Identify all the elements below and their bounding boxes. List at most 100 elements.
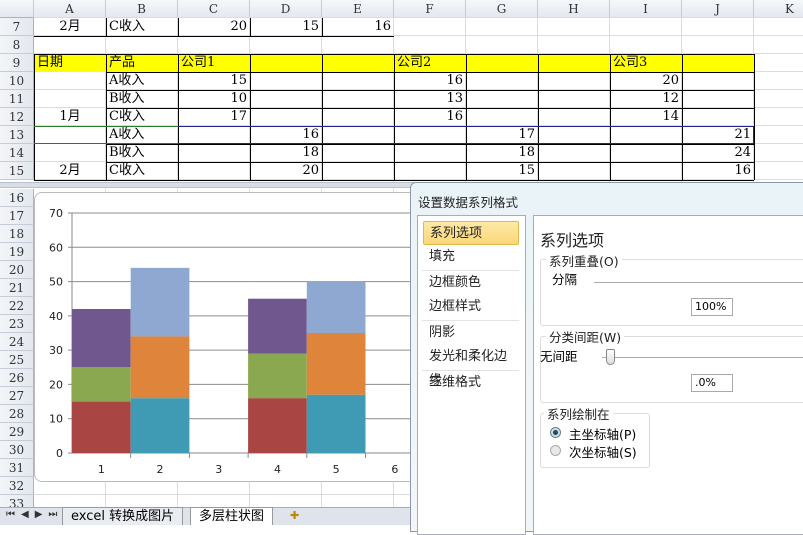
gap-left-label: 无间距: [540, 349, 578, 364]
row-header[interactable]: 14: [0, 144, 34, 162]
row-header[interactable]: 18: [0, 225, 34, 243]
cell-border: [178, 54, 179, 180]
row-header[interactable]: 19: [0, 243, 34, 261]
bar-segment: [72, 309, 131, 368]
overlap-input[interactable]: 100%: [691, 298, 733, 316]
secondary-axis-radio[interactable]: [550, 445, 561, 456]
table-cell[interactable]: 14: [610, 108, 682, 126]
row-header[interactable]: 13: [0, 126, 34, 144]
cell-border: [106, 54, 107, 180]
new-sheet-icon[interactable]: ✚: [282, 507, 307, 525]
row-header[interactable]: 9: [0, 54, 34, 72]
table-cell[interactable]: A收入: [106, 72, 178, 90]
primary-axis-radio[interactable]: [550, 427, 561, 438]
header-company3[interactable]: 公司3: [610, 54, 682, 72]
table-cell[interactable]: 17: [178, 108, 250, 126]
row-header[interactable]: 12: [0, 108, 34, 126]
stacked-column-chart[interactable]: 0 10 20 30 40 50 60 70 1 2 3 4 5 6: [34, 192, 435, 482]
cell-month2[interactable]: 2月: [34, 162, 106, 180]
dialog-title: 设置数据系列格式: [418, 195, 519, 210]
column-header[interactable]: C: [178, 0, 250, 18]
nav-item[interactable]: 系列选项: [423, 221, 519, 245]
sheet-tab-active[interactable]: 多层柱状图: [190, 507, 274, 525]
nav-item[interactable]: 阴影: [423, 321, 519, 345]
table-cell[interactable]: 15: [178, 72, 250, 90]
nav-item[interactable]: 边框样式: [423, 295, 519, 319]
nav-item[interactable]: 三维格式: [423, 371, 519, 395]
header-company1[interactable]: 公司1: [178, 54, 250, 72]
overlap-slider[interactable]: [594, 282, 803, 283]
row-header[interactable]: 25: [0, 351, 34, 369]
row-header[interactable]: 22: [0, 297, 34, 315]
column-header[interactable]: E: [322, 0, 394, 18]
table-cell[interactable]: 13: [394, 90, 466, 108]
cell-a7[interactable]: 2月: [34, 18, 106, 36]
cell-month1[interactable]: 1月: [34, 108, 106, 126]
row-header[interactable]: 21: [0, 279, 34, 297]
row-header[interactable]: 32: [0, 477, 34, 495]
row-header[interactable]: 28: [0, 405, 34, 423]
column-header[interactable]: G: [466, 0, 538, 18]
dialog-content: 系列选项 系列重叠(O) 分隔 100% 分类间距(W) 无间距 .0% 系列绘…: [533, 215, 803, 535]
row-header[interactable]: 20: [0, 261, 34, 279]
gap-slider-thumb[interactable]: [606, 349, 615, 365]
column-header[interactable]: K: [754, 0, 803, 18]
table-cell[interactable]: C收入: [106, 108, 178, 126]
row-header[interactable]: 17: [0, 207, 34, 225]
row-header[interactable]: 30: [0, 441, 34, 459]
table-cell[interactable]: 15: [466, 162, 538, 180]
row-header[interactable]: 29: [0, 423, 34, 441]
table-cell[interactable]: 16: [394, 108, 466, 126]
nav-item[interactable]: 边框颜色: [423, 271, 519, 295]
row-header[interactable]: 23: [0, 315, 34, 333]
header-date[interactable]: 日期: [34, 54, 106, 72]
table-cell[interactable]: B收入: [106, 90, 178, 108]
table-cell[interactable]: 24: [682, 144, 754, 162]
row-header[interactable]: 10: [0, 72, 34, 90]
table-cell[interactable]: 20: [250, 162, 322, 180]
row-header[interactable]: 27: [0, 387, 34, 405]
column-header[interactable]: I: [610, 0, 682, 18]
sheet-nav-arrows-icon[interactable]: ⏮◀▶⏭: [6, 509, 63, 520]
column-header[interactable]: D: [250, 0, 322, 18]
column-header[interactable]: J: [682, 0, 754, 18]
cell-e7[interactable]: 16: [322, 18, 394, 36]
row-header[interactable]: 26: [0, 369, 34, 387]
table-cell[interactable]: C收入: [106, 162, 178, 180]
primary-axis-label[interactable]: 主坐标轴(P): [569, 424, 636, 443]
select-all-corner[interactable]: [0, 0, 34, 18]
sheet-tab-excel[interactable]: excel 转换成图片: [62, 507, 184, 525]
table-cell[interactable]: 20: [610, 72, 682, 90]
row-header[interactable]: 31: [0, 459, 34, 477]
row-header[interactable]: 24: [0, 333, 34, 351]
row-header[interactable]: 16: [0, 189, 34, 207]
row-header[interactable]: 8: [0, 36, 34, 54]
table-cell[interactable]: B收入: [106, 144, 178, 162]
y-tick-label: 10: [49, 413, 63, 426]
nav-item[interactable]: 发光和柔化边缘: [423, 345, 519, 388]
cell-border: [394, 54, 395, 180]
table-cell[interactable]: 18: [466, 144, 538, 162]
secondary-axis-label[interactable]: 次坐标轴(S): [569, 442, 637, 461]
table-cell[interactable]: 16: [394, 72, 466, 90]
cell-b7[interactable]: C收入: [106, 18, 178, 36]
header-company2[interactable]: 公司2: [394, 54, 466, 72]
gap-slider-track[interactable]: [602, 357, 803, 358]
column-header[interactable]: B: [106, 0, 178, 18]
column-header[interactable]: H: [538, 0, 610, 18]
table-cell[interactable]: 16: [682, 162, 754, 180]
cell-border: [682, 54, 683, 180]
column-header[interactable]: F: [394, 0, 466, 18]
row-header[interactable]: 15: [0, 162, 34, 180]
cell-d7[interactable]: 15: [250, 18, 322, 36]
table-cell[interactable]: 10: [178, 90, 250, 108]
column-header[interactable]: A: [34, 0, 106, 18]
nav-item[interactable]: 填充: [423, 245, 519, 269]
gap-input[interactable]: .0%: [691, 374, 733, 392]
cell-c7[interactable]: 20: [178, 18, 250, 36]
table-cell[interactable]: 12: [610, 90, 682, 108]
table-cell[interactable]: 18: [250, 144, 322, 162]
header-product[interactable]: 产品: [106, 54, 178, 72]
row-header[interactable]: 11: [0, 90, 34, 108]
row-header[interactable]: 7: [0, 18, 34, 36]
